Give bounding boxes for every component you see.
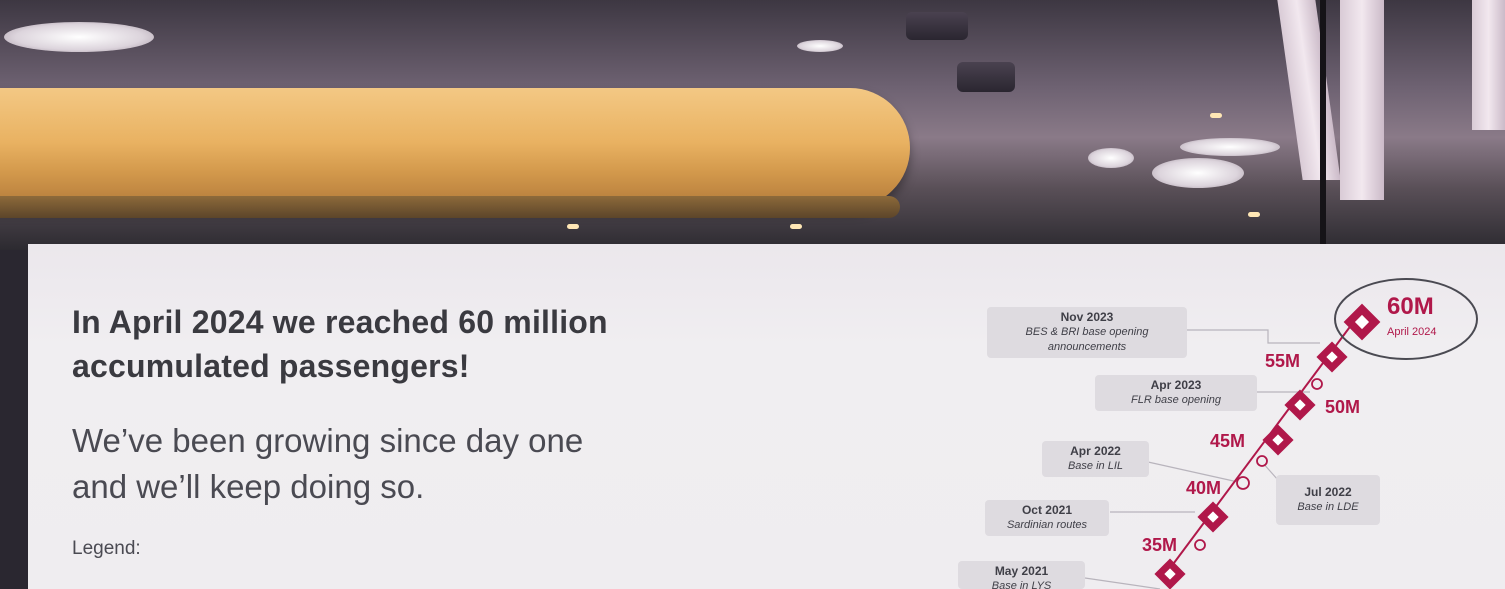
event-dot [1256, 455, 1268, 467]
diamond-marker [1154, 558, 1186, 589]
event-desc: Base in LYS [991, 580, 1052, 589]
milestone-60m-label: 60M [1387, 293, 1434, 320]
diamond-marker [1316, 341, 1348, 373]
event-desc: FLR base opening [1131, 394, 1221, 406]
event-date: Oct 2021 [1021, 503, 1073, 517]
event-desc: BES & BRI base opening [1025, 326, 1149, 338]
event-dot [1311, 378, 1323, 390]
milestone-55m-label: 55M [1265, 351, 1301, 371]
milestone-markers [1154, 303, 1381, 589]
event-date: Apr 2023 [1150, 378, 1202, 392]
diamond-marker [1197, 501, 1229, 533]
milestone-40m-label: 40M [1186, 478, 1222, 498]
event-date: Apr 2022 [1070, 444, 1121, 458]
event-date: Nov 2023 [1060, 310, 1114, 324]
event-card: Jul 2022 Base in LDE [1276, 475, 1380, 525]
event-date: May 2021 [994, 564, 1049, 578]
milestone-50m-label: 50M [1325, 397, 1361, 417]
milestone-60m-date: April 2024 [1387, 326, 1437, 338]
event-dot [1236, 476, 1250, 490]
event-date: Jul 2022 [1304, 485, 1352, 499]
diamond-marker [1343, 303, 1381, 341]
event-card: May 2021 Base in LYS [958, 561, 1085, 589]
event-dot [1194, 539, 1206, 551]
diamond-marker [1284, 389, 1316, 421]
event-desc: Base in LIL [1067, 460, 1124, 472]
event-card: Oct 2021 Sardinian routes [985, 500, 1109, 536]
diamond-marker [1262, 424, 1294, 456]
milestone-35m-label: 35M [1142, 535, 1178, 555]
event-card: Nov 2023 BES & BRI base opening announce… [987, 307, 1187, 358]
connector-line [1175, 329, 1320, 344]
milestone-45m-label: 45M [1210, 431, 1246, 451]
event-card: Apr 2022 Base in LIL [1042, 441, 1149, 477]
connector-line [1084, 577, 1161, 589]
event-card: Apr 2023 FLR base opening [1095, 375, 1257, 411]
event-desc: Base in LDE [1297, 501, 1359, 513]
event-desc: Sardinian routes [1006, 519, 1088, 531]
event-desc: announcements [1047, 341, 1127, 353]
